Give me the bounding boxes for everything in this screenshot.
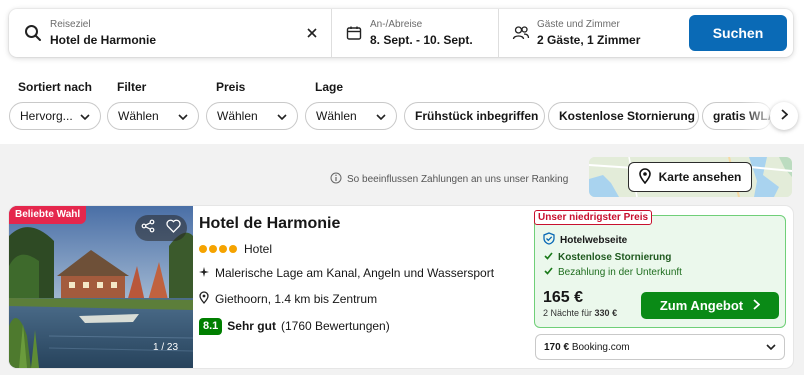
nights-amount: 330 € (594, 308, 618, 318)
chip-free-cancellation[interactable]: Kostenlose Stornierung (548, 102, 699, 130)
chevron-down-icon (376, 109, 386, 123)
review-score: 8.1 (199, 318, 223, 335)
hotel-name[interactable]: Hotel de Harmonie (199, 214, 529, 234)
hotel-photo[interactable]: Beliebte Wahl 1 / 23 (9, 206, 193, 368)
search-bar: Reiseziel Hotel de Harmonie An-/Abreise … (9, 9, 793, 57)
alt-price: 170 € (544, 341, 570, 353)
nights-total: 2 Nächte für 330 € (543, 308, 617, 318)
location-row: Giethoorn, 1.4 km bis Zentrum (199, 291, 529, 308)
filter-select[interactable]: Wählen (107, 102, 199, 130)
location-select[interactable]: Wählen (305, 102, 397, 130)
ranking-info[interactable]: So beeinflussen Zahlungen an uns unser R… (330, 172, 568, 187)
filter-bar: Sortiert nach Hervorg... Filter Wählen P… (0, 78, 804, 132)
photo-counter: 1 / 23 (153, 342, 179, 353)
alternative-offer-select[interactable]: 170 € Booking.com (535, 334, 785, 360)
hotel-info: Hotel de Harmonie Hotel Malerische Lage … (199, 214, 529, 335)
search-icon (21, 24, 45, 42)
location-label: Lage (315, 80, 344, 94)
chevron-down-icon (178, 109, 188, 123)
share-icon[interactable] (141, 219, 155, 238)
alt-offer-text: 170 € Booking.com (544, 342, 630, 353)
guests-value: 2 Gäste, 1 Zimmer (537, 32, 641, 47)
location-group: Lage Wählen (305, 78, 397, 130)
map-button[interactable]: Karte ansehen (628, 162, 752, 192)
perk-2-text: Bezahlung in der Unterkunft (558, 267, 682, 278)
popular-badge: Beliebte Wahl (9, 206, 87, 224)
location-value: Wählen (316, 109, 357, 123)
photo-actions (135, 215, 187, 241)
map-pin-icon (638, 167, 651, 187)
chevron-down-icon (277, 109, 287, 123)
price-value: Wählen (217, 109, 258, 123)
deal-price: 165 € (543, 289, 584, 306)
sparkle-icon (199, 266, 209, 281)
chevron-right-icon (753, 298, 761, 313)
sort-label: Sortiert nach (18, 80, 93, 94)
destination-label: Reiseziel (50, 18, 91, 30)
info-icon (330, 172, 342, 187)
check-icon (544, 252, 553, 263)
ranking-note: So beeinflussen Zahlungen an uns unser R… (347, 174, 569, 185)
dates-label: An-/Abreise (370, 18, 423, 30)
chevron-down-icon (80, 109, 90, 123)
accommodation-type: Hotel (244, 242, 273, 256)
filter-label: Filter (117, 80, 147, 94)
provider-name: Hotelwebseite (560, 234, 628, 246)
location-pin-icon (199, 291, 209, 308)
price-label: Preis (216, 80, 246, 94)
highlight-row: Malerische Lage am Kanal, Angeln und Was… (199, 266, 529, 281)
sort-group: Sortiert nach Hervorg... (9, 78, 101, 130)
search-button[interactable]: Suchen (689, 15, 787, 51)
chevron-down-icon (766, 342, 776, 353)
review-label: Sehr gut (227, 319, 276, 333)
dates-value: 8. Sept. - 10. Sept. (370, 32, 473, 47)
guests-label: Gäste und Zimmer (537, 18, 620, 30)
star-dot (229, 245, 237, 253)
clear-icon[interactable] (303, 24, 321, 42)
location-text: Giethoorn, 1.4 km bis Zentrum (215, 292, 378, 306)
destination-value[interactable]: Hotel de Harmonie (50, 33, 156, 48)
perk-free-cancellation: Kostenlose Stornierung (544, 252, 671, 263)
star-dot (199, 245, 207, 253)
calendar-icon (342, 25, 366, 41)
star-dots (199, 245, 237, 253)
price-select[interactable]: Wählen (206, 102, 298, 130)
heart-icon[interactable] (166, 219, 181, 238)
filter-group: Filter Wählen (107, 78, 199, 130)
sort-value: Hervorg... (20, 109, 73, 123)
destination-field[interactable]: Reiseziel Hotel de Harmonie (9, 9, 331, 57)
dates-field[interactable]: An-/Abreise 8. Sept. - 10. Sept. (332, 9, 498, 57)
guests-icon (509, 25, 533, 41)
chevron-right-icon (780, 107, 788, 125)
sort-select[interactable]: Hervorg... (9, 102, 101, 130)
star-rating: Hotel (199, 242, 529, 256)
view-deal-label: Zum Angebot (659, 298, 744, 313)
verified-shield-icon (543, 232, 555, 248)
lowest-price-badge: Unser niedrigster Preis (534, 210, 653, 225)
price-group: Preis Wählen (206, 78, 298, 130)
hotel-card[interactable]: Beliebte Wahl 1 / 23 Hotel de Harmonie H… (9, 206, 793, 368)
best-deal[interactable]: Hotelwebseite Kostenlose Stornierung Bez… (534, 215, 786, 328)
review-row[interactable]: 8.1 Sehr gut (1760 Bewertungen) (199, 318, 529, 335)
guests-field[interactable]: Gäste und Zimmer 2 Gäste, 1 Zimmer (499, 9, 677, 57)
highlight-text: Malerische Lage am Kanal, Angeln und Was… (215, 266, 495, 280)
alt-provider: Booking.com (571, 341, 630, 353)
check-icon (544, 267, 553, 278)
star-dot (209, 245, 217, 253)
review-count: (1760 Bewertungen) (280, 319, 390, 333)
filter-value: Wählen (118, 109, 159, 123)
view-deal-button[interactable]: Zum Angebot (641, 292, 779, 319)
perk-pay-at-property: Bezahlung in der Unterkunft (544, 267, 682, 278)
star-dot (219, 245, 227, 253)
scroll-right-button[interactable] (770, 102, 798, 130)
perk-1-text: Kostenlose Stornierung (558, 252, 672, 263)
chip-breakfast[interactable]: Frühstück inbegriffen (404, 102, 545, 130)
nights-text: 2 Nächte für (543, 308, 593, 318)
deal-provider: Hotelwebseite (543, 232, 627, 248)
map-button-label: Karte ansehen (658, 170, 742, 184)
